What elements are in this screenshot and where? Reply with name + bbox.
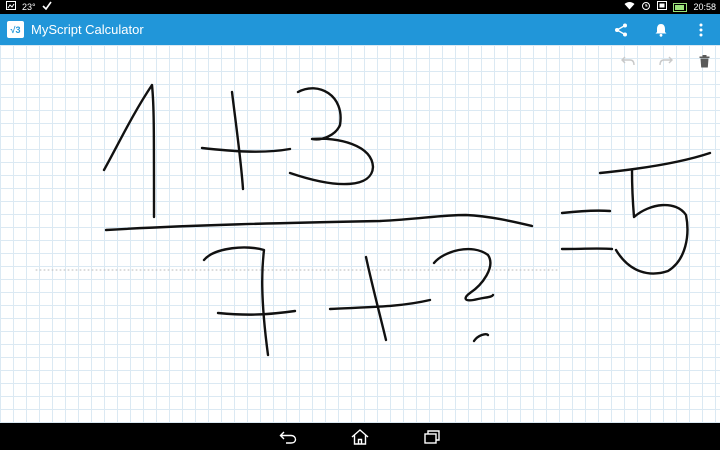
stroke-question-mark — [432, 247, 495, 302]
home-icon — [351, 429, 369, 445]
screenshot-icon — [657, 1, 668, 13]
temperature-text: 23° — [22, 2, 36, 12]
more-options-icon — [699, 23, 703, 36]
stroke-digit-seven — [202, 246, 270, 357]
app-bar: √3 MyScript Calculator — [0, 14, 720, 45]
app-title: MyScript Calculator — [31, 22, 144, 37]
stroke-digit-five-body — [614, 168, 689, 275]
more-options-button[interactable] — [690, 19, 712, 41]
app-logo-text: √3 — [10, 24, 21, 35]
battery-icon — [673, 2, 688, 12]
app-logo-icon: √3 — [7, 21, 24, 38]
alarm-icon — [641, 1, 651, 13]
stroke-fraction-bar — [104, 213, 534, 232]
recent-apps-icon — [424, 430, 440, 444]
stroke-digit-three — [288, 87, 375, 186]
stroke-plus-vertical-bottom — [364, 255, 388, 342]
stroke-question-dot — [472, 333, 490, 343]
wifi-icon — [624, 1, 635, 13]
stroke-plus-vertical-top — [230, 90, 245, 191]
home-button[interactable] — [350, 427, 370, 447]
status-bar: 23° 20:58 — [0, 0, 720, 14]
back-icon — [279, 431, 297, 444]
stroke-equals-top — [560, 209, 612, 215]
stroke-seven-bar — [216, 309, 297, 316]
stroke-digit-five-top — [598, 151, 712, 175]
clock-text: 20:58 — [693, 2, 716, 12]
handwriting-canvas[interactable] — [0, 45, 720, 423]
stroke-plus-horizontal-top — [200, 146, 292, 153]
notifications-button[interactable] — [650, 19, 672, 41]
back-button[interactable] — [278, 427, 298, 447]
recent-apps-button[interactable] — [422, 427, 442, 447]
notifications-icon — [655, 23, 667, 37]
share-icon — [615, 23, 627, 36]
navigation-bar — [0, 423, 720, 450]
stroke-digit-one — [102, 83, 156, 219]
share-button[interactable] — [610, 19, 632, 41]
stroke-plus-horizontal-bottom — [328, 298, 432, 311]
handwritten-expression — [35, 83, 712, 357]
gallery-notification-icon — [6, 1, 16, 13]
check-icon — [42, 1, 52, 13]
